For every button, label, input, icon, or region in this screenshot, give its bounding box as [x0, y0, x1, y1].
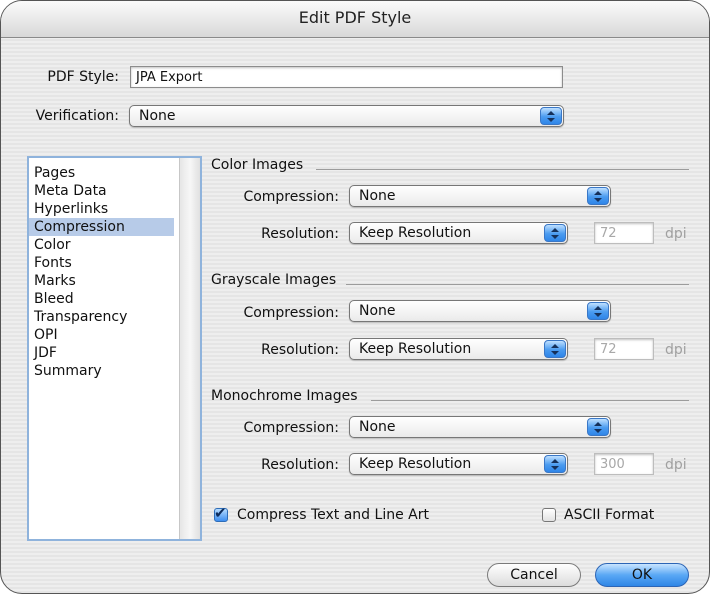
monochrome-compression-popup[interactable]: None — [349, 416, 611, 438]
color-resolution-value: Keep Resolution — [359, 225, 472, 241]
up-down-arrows-icon — [587, 418, 609, 436]
sidebar-item-meta-data[interactable]: Meta Data — [29, 182, 174, 200]
verification-label: Verification: — [35, 108, 119, 124]
dialog-title: Edit PDF Style — [298, 8, 412, 27]
compress-text-checkbox[interactable]: ✔ — [214, 504, 228, 522]
up-down-arrows-icon — [544, 340, 566, 358]
ascii-format-label[interactable]: ASCII Format — [564, 507, 654, 523]
verification-popup[interactable]: None — [129, 105, 564, 127]
color-compression-popup[interactable]: None — [349, 185, 611, 207]
grayscale-resolution-popup[interactable]: Keep Resolution — [349, 338, 568, 360]
monochrome-compression-label: Compression: — [243, 420, 339, 436]
grayscale-compression-value: None — [359, 303, 396, 319]
grayscale-compression-label: Compression: — [243, 305, 339, 321]
sidebar-item-compression[interactable]: Compression — [29, 218, 174, 236]
verification-value: None — [139, 108, 176, 124]
up-down-arrows-icon — [544, 224, 566, 242]
color-dpi-field[interactable]: 72 — [594, 222, 654, 244]
edit-pdf-style-dialog: Edit PDF Style PDF Style: JPA Export Ver… — [0, 0, 710, 594]
monochrome-dpi-field[interactable]: 300 — [594, 453, 654, 475]
title-bar[interactable]: Edit PDF Style — [1, 1, 709, 38]
ascii-format-checkbox[interactable] — [542, 508, 556, 522]
group-divider — [371, 400, 689, 401]
up-down-arrows-icon — [540, 107, 562, 125]
checkmark-icon: ✔ — [214, 504, 227, 522]
grayscale-compression-popup[interactable]: None — [349, 300, 611, 322]
color-compression-value: None — [359, 188, 396, 204]
pdf-style-name-field[interactable]: JPA Export — [130, 66, 563, 88]
grayscale-dpi-unit: dpi — [665, 342, 687, 358]
group-divider — [346, 284, 689, 285]
pdf-style-label: PDF Style: — [47, 69, 119, 85]
monochrome-compression-value: None — [359, 419, 396, 435]
section-list[interactable]: Pages Meta Data Hyperlinks Compression C… — [27, 156, 202, 541]
up-down-arrows-icon — [587, 302, 609, 320]
monochrome-resolution-popup[interactable]: Keep Resolution — [349, 453, 568, 475]
group-divider — [316, 169, 689, 170]
sidebar-item-bleed[interactable]: Bleed — [29, 290, 174, 308]
sidebar-item-jdf[interactable]: JDF — [29, 344, 174, 362]
sidebar-item-summary[interactable]: Summary — [29, 362, 174, 380]
sidebar-item-fonts[interactable]: Fonts — [29, 254, 174, 272]
sidebar-item-pages[interactable]: Pages — [29, 164, 174, 182]
color-resolution-label: Resolution: — [261, 226, 339, 242]
monochrome-dpi-unit: dpi — [665, 457, 687, 473]
cancel-button[interactable]: Cancel — [487, 563, 581, 587]
list-scrollbar[interactable] — [179, 158, 200, 539]
grayscale-dpi-field[interactable]: 72 — [594, 338, 654, 360]
sidebar-item-color[interactable]: Color — [29, 236, 174, 254]
ok-button[interactable]: OK — [595, 563, 689, 587]
compress-text-label[interactable]: Compress Text and Line Art — [237, 507, 429, 523]
grayscale-resolution-label: Resolution: — [261, 342, 339, 358]
sidebar-item-marks[interactable]: Marks — [29, 272, 174, 290]
up-down-arrows-icon — [544, 455, 566, 473]
sidebar-item-transparency[interactable]: Transparency — [29, 308, 174, 326]
up-down-arrows-icon — [587, 187, 609, 205]
monochrome-images-title: Monochrome Images — [211, 388, 358, 404]
monochrome-resolution-value: Keep Resolution — [359, 456, 472, 472]
sidebar-item-opi[interactable]: OPI — [29, 326, 174, 344]
color-compression-label: Compression: — [243, 189, 339, 205]
color-images-title: Color Images — [211, 157, 304, 173]
color-resolution-popup[interactable]: Keep Resolution — [349, 222, 568, 244]
monochrome-resolution-label: Resolution: — [261, 457, 339, 473]
grayscale-images-title: Grayscale Images — [211, 272, 337, 288]
color-dpi-unit: dpi — [665, 226, 687, 242]
sidebar-item-hyperlinks[interactable]: Hyperlinks — [29, 200, 174, 218]
grayscale-resolution-value: Keep Resolution — [359, 341, 472, 357]
